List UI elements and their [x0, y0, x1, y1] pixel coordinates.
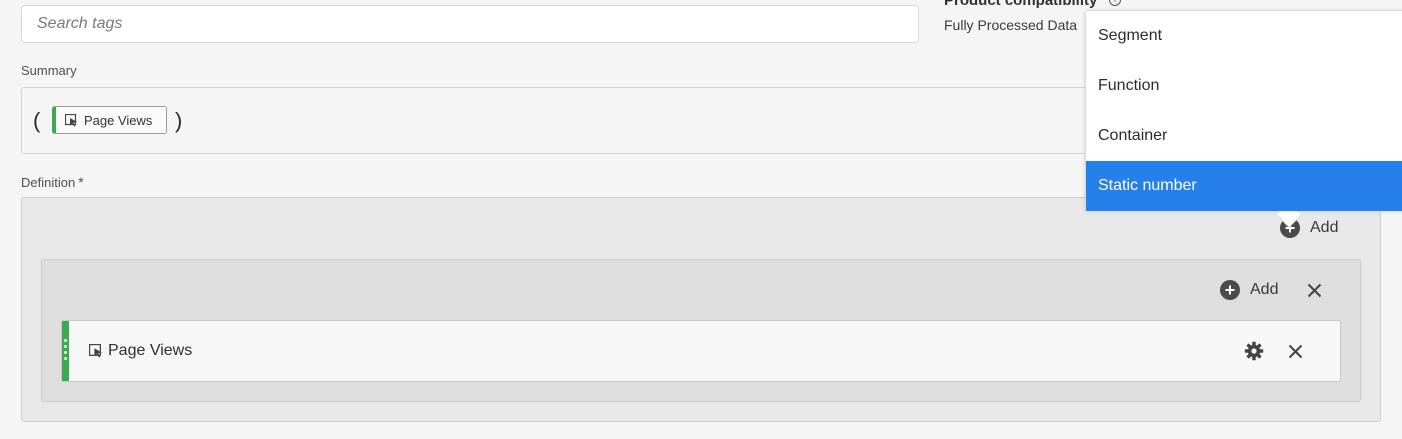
drag-handle-icon[interactable]: [64, 339, 67, 363]
remove-metric-close-icon[interactable]: [1288, 344, 1303, 359]
menu-item-container[interactable]: Container: [1086, 111, 1402, 161]
metric-row-page-views[interactable]: Page Views: [61, 320, 1341, 382]
metric-label: Page Views: [89, 342, 192, 360]
add-dropdown-menu: Segment Function Container Static number: [1085, 10, 1402, 211]
menu-item-segment[interactable]: Segment: [1086, 11, 1402, 61]
menu-item-function[interactable]: Function: [1086, 61, 1402, 111]
definition-add-label: Add: [1310, 219, 1339, 236]
metric-icon: [89, 344, 102, 358]
summary-close-paren: ): [175, 108, 183, 133]
summary-label: Summary: [21, 63, 77, 78]
remove-container-close-icon[interactable]: [1307, 283, 1322, 298]
info-icon[interactable]: i: [1109, 0, 1121, 6]
calculated-metric-builder: Product compatibility i Fully Processed …: [0, 0, 1402, 439]
metric-label-text: Page Views: [108, 342, 193, 359]
required-asterisk: *: [78, 174, 84, 190]
menu-item-static-number[interactable]: Static number: [1086, 161, 1402, 211]
product-compatibility-title: Product compatibility: [944, 0, 1098, 9]
search-tags-input[interactable]: [22, 6, 918, 42]
summary-open-paren: (: [33, 108, 41, 133]
product-compatibility-value: Fully Processed Data: [944, 17, 1078, 33]
gear-icon[interactable]: [1244, 341, 1264, 361]
container-add-label: Add: [1250, 281, 1279, 298]
metric-icon: [65, 113, 77, 127]
summary-chip-label: Page Views: [84, 112, 153, 128]
definition-label-text: Definition: [21, 175, 76, 190]
plus-circle-icon: [1220, 280, 1240, 300]
search-tags-field[interactable]: [21, 5, 919, 43]
summary-metric-chip[interactable]: Page Views: [52, 106, 167, 134]
container-add-button[interactable]: Add: [1220, 280, 1278, 300]
definition-label: Definition *: [21, 174, 84, 190]
